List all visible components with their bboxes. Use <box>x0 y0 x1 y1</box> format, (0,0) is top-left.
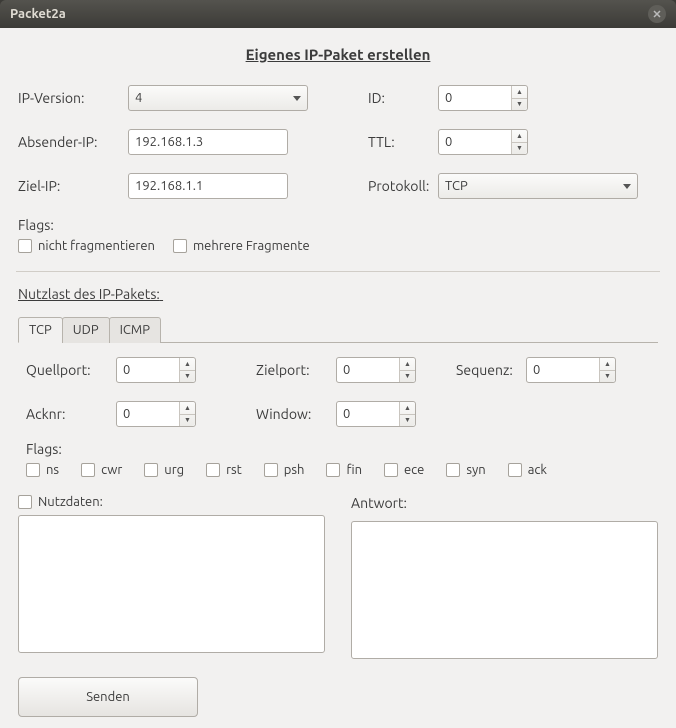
sender-ip-label: Absender-IP: <box>18 134 128 150</box>
ip-flags-section: Flags: nicht fragmentieren mehrere Fragm… <box>18 217 658 253</box>
checkbox-icon <box>18 239 32 253</box>
flag-fin-checkbox[interactable]: fin <box>326 463 362 477</box>
checkbox-icon <box>384 463 398 477</box>
id-label: ID: <box>368 90 438 106</box>
flag-nofrag-label: nicht fragmentieren <box>38 239 155 253</box>
chevron-down-icon <box>293 96 301 101</box>
payload-textarea[interactable] <box>18 515 325 653</box>
checkbox-icon <box>446 463 460 477</box>
titlebar: Packet2a <box>0 0 676 28</box>
answer-label: Antwort: <box>351 495 658 515</box>
seq-label: Sequenz: <box>456 362 526 378</box>
tab-tcp[interactable]: TCP <box>18 317 63 343</box>
flag-cwr-checkbox[interactable]: cwr <box>81 463 122 477</box>
payload-checkbox[interactable]: Nutzdaten: <box>18 495 325 509</box>
dstport-value: 0 <box>343 363 350 377</box>
protocol-value: TCP <box>445 179 468 193</box>
flag-rst-checkbox[interactable]: rst <box>206 463 242 477</box>
flag-nofrag-checkbox[interactable]: nicht fragmentieren <box>18 239 155 253</box>
acknr-spinner[interactable]: 0 ▲▼ <box>116 401 196 427</box>
tcp-flags-label: Flags: <box>26 441 658 457</box>
checkbox-icon <box>206 463 220 477</box>
protocol-combo[interactable]: TCP <box>438 173 638 199</box>
ip-version-combo[interactable]: 4 <box>128 85 308 111</box>
ip-flags-label: Flags: <box>18 217 658 233</box>
window-value: 0 <box>343 407 350 421</box>
dstport-label: Zielport: <box>256 362 336 378</box>
dest-ip-label: Ziel-IP: <box>18 178 128 194</box>
payload-heading: Nutzlast des IP-Pakets: <box>18 286 658 302</box>
spinner-buttons[interactable]: ▲▼ <box>399 402 415 426</box>
checkbox-icon <box>173 239 187 253</box>
spinner-buttons[interactable]: ▲▼ <box>179 402 195 426</box>
flag-morefrag-label: mehrere Fragmente <box>193 239 310 253</box>
separator <box>16 271 660 272</box>
window-title: Packet2a <box>10 7 648 21</box>
dest-ip-value: 192.168.1.1 <box>135 179 203 193</box>
checkbox-icon <box>81 463 95 477</box>
srcport-value: 0 <box>123 363 130 377</box>
flag-ece-checkbox[interactable]: ece <box>384 463 424 477</box>
spinner-buttons[interactable]: ▲▼ <box>599 358 615 382</box>
checkbox-icon <box>508 463 522 477</box>
window-spinner[interactable]: 0 ▲▼ <box>336 401 416 427</box>
acknr-label: Acknr: <box>26 406 116 422</box>
id-value: 0 <box>445 91 452 105</box>
flag-morefrag-checkbox[interactable]: mehrere Fragmente <box>173 239 310 253</box>
spinner-buttons[interactable]: ▲▼ <box>511 130 527 154</box>
chevron-down-icon <box>623 184 631 189</box>
checkbox-icon <box>144 463 158 477</box>
srcport-label: Quellport: <box>26 362 116 378</box>
ip-version-value: 4 <box>135 91 142 105</box>
dest-ip-input[interactable]: 192.168.1.1 <box>128 173 288 199</box>
close-button[interactable] <box>648 5 666 23</box>
close-icon <box>653 10 661 18</box>
flag-urg-checkbox[interactable]: urg <box>144 463 184 477</box>
answer-textarea[interactable] <box>351 521 658 659</box>
spinner-buttons[interactable]: ▲▼ <box>511 86 527 110</box>
id-spinner[interactable]: 0 ▲▼ <box>438 85 528 111</box>
payload-row: Nutzdaten: Antwort: <box>18 495 658 659</box>
tab-udp[interactable]: UDP <box>62 317 110 343</box>
ip-version-label: IP-Version: <box>18 90 128 106</box>
checkbox-icon <box>18 495 32 509</box>
send-button[interactable]: Senden <box>18 677 198 717</box>
ttl-spinner[interactable]: 0 ▲▼ <box>438 129 528 155</box>
seq-spinner[interactable]: 0 ▲▼ <box>526 357 616 383</box>
flag-syn-checkbox[interactable]: syn <box>446 463 485 477</box>
tcp-form: Quellport: 0 ▲▼ Zielport: 0 ▲▼ Sequenz: … <box>26 357 658 427</box>
tcp-flags: ns cwr urg rst psh fin ece syn ack <box>26 463 658 477</box>
sender-ip-input[interactable]: 192.168.1.3 <box>128 129 288 155</box>
acknr-value: 0 <box>123 407 130 421</box>
checkbox-icon <box>26 463 40 477</box>
sender-ip-value: 192.168.1.3 <box>135 135 203 149</box>
tabbar: TCP UDP ICMP <box>18 316 658 343</box>
flag-ack-checkbox[interactable]: ack <box>508 463 547 477</box>
spinner-buttons[interactable]: ▲▼ <box>399 358 415 382</box>
checkbox-icon <box>264 463 278 477</box>
protocol-label: Protokoll: <box>368 178 438 194</box>
flag-ns-checkbox[interactable]: ns <box>26 463 59 477</box>
page-heading: Eigenes IP-Paket erstellen <box>18 46 658 63</box>
seq-value: 0 <box>533 363 540 377</box>
ttl-value: 0 <box>445 135 452 149</box>
dstport-spinner[interactable]: 0 ▲▼ <box>336 357 416 383</box>
window-body: Eigenes IP-Paket erstellen IP-Version: 4… <box>0 28 676 728</box>
srcport-spinner[interactable]: 0 ▲▼ <box>116 357 196 383</box>
tab-icmp[interactable]: ICMP <box>109 317 161 343</box>
checkbox-icon <box>326 463 340 477</box>
flag-psh-checkbox[interactable]: psh <box>264 463 305 477</box>
ttl-label: TTL: <box>368 134 438 150</box>
payload-label: Nutzdaten: <box>38 495 103 509</box>
spinner-buttons[interactable]: ▲▼ <box>179 358 195 382</box>
ip-form: IP-Version: 4 ID: 0 ▲▼ Absender-IP: 192.… <box>18 85 658 199</box>
window-label: Window: <box>256 406 336 422</box>
